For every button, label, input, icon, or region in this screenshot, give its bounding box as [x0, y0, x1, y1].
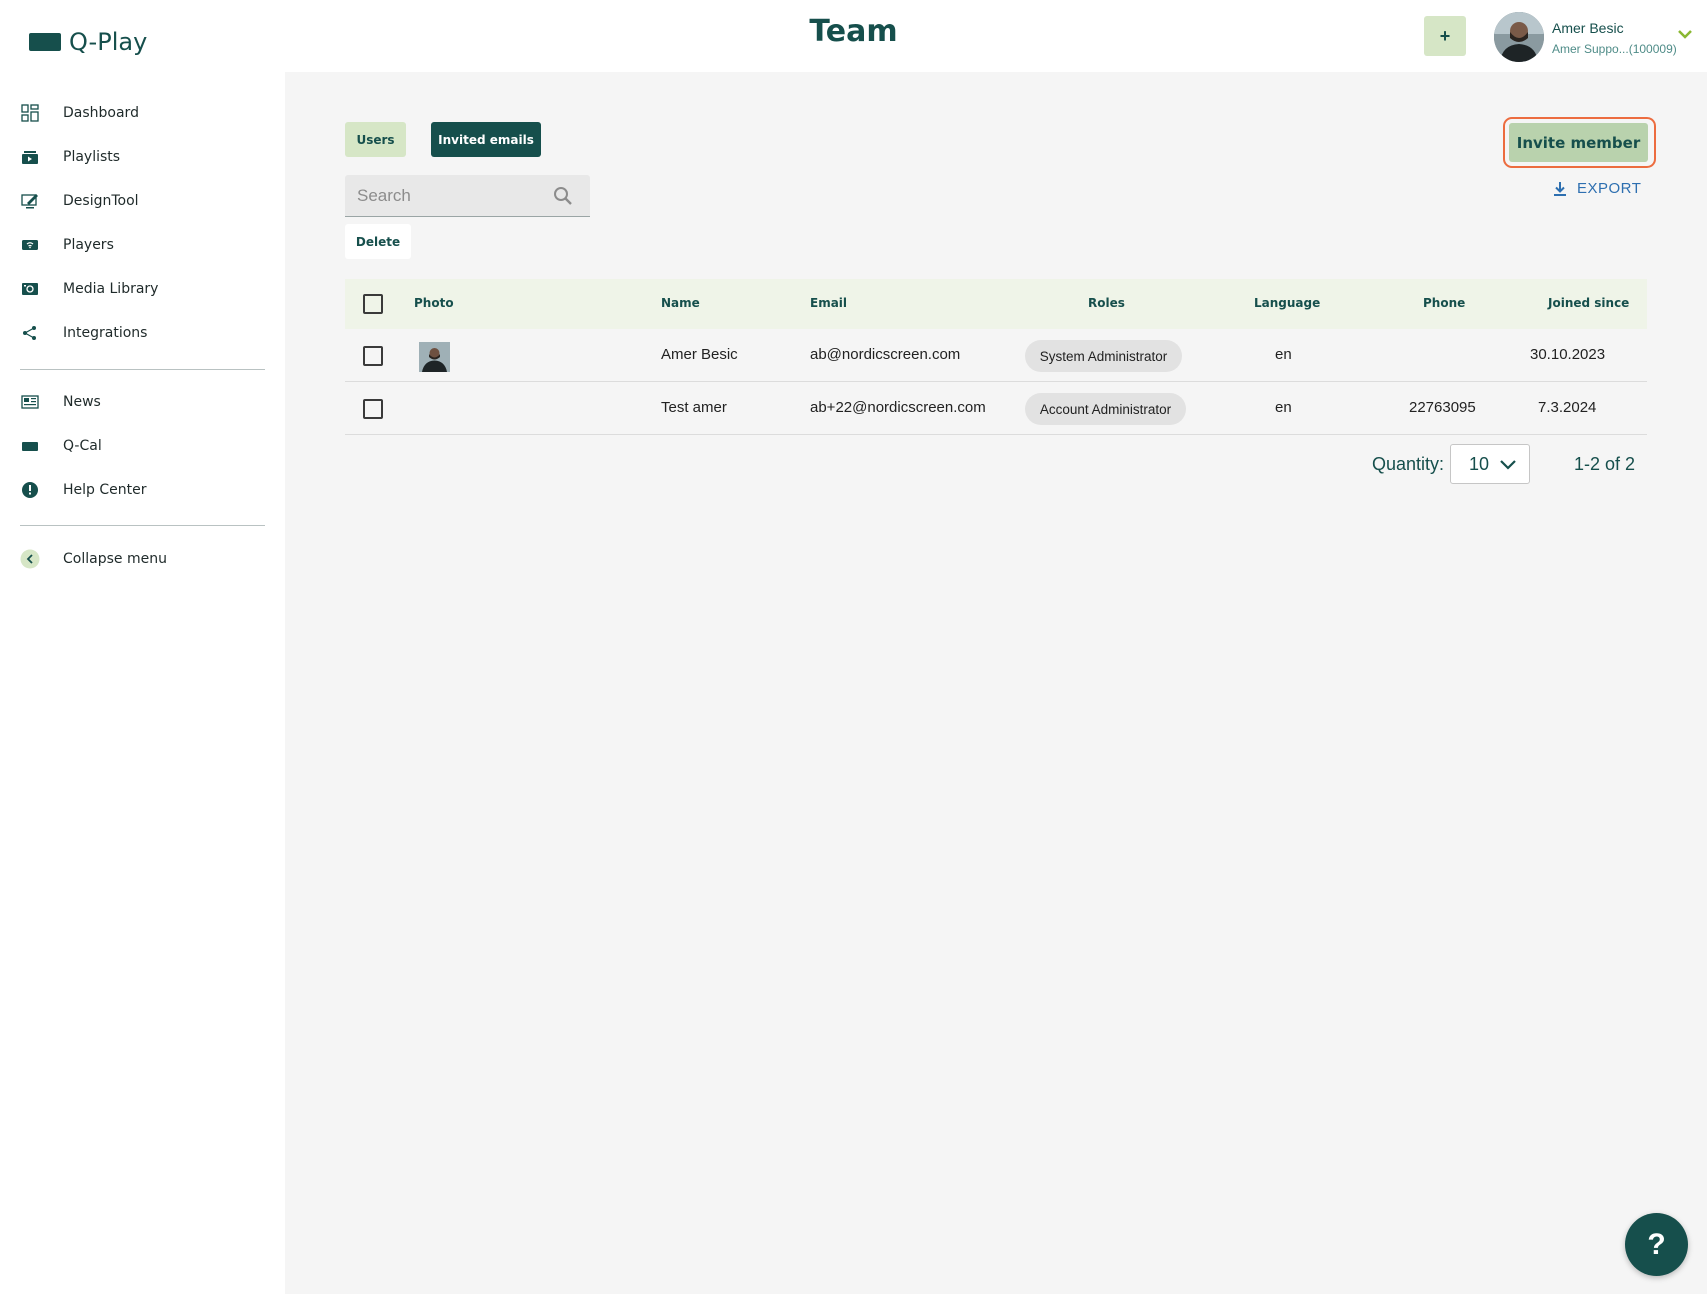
- pagination-range: 1-2 of 2: [1574, 454, 1636, 474]
- select-all-checkbox[interactable]: [363, 294, 383, 314]
- column-header-joined[interactable]: Joined since: [1548, 296, 1629, 310]
- cell-language: en: [1275, 399, 1292, 416]
- invite-member-highlight: Invite member: [1503, 117, 1656, 168]
- sidebar-item-label: Help Center: [63, 482, 147, 498]
- news-icon: [20, 392, 40, 412]
- cell-email: ab@nordicscreen.com: [810, 346, 961, 363]
- collapse-menu-button[interactable]: Collapse menu: [20, 545, 167, 573]
- chevron-down-icon: [1500, 460, 1516, 470]
- sidebar-item-players[interactable]: Players: [20, 231, 114, 259]
- sidebar-divider: [20, 369, 265, 370]
- avatar-image: [1494, 12, 1544, 62]
- player-icon: [20, 235, 40, 255]
- tab-invited-emails[interactable]: Invited emails: [431, 122, 541, 157]
- sidebar-item-designtool[interactable]: DesignTool: [20, 187, 139, 215]
- add-button[interactable]: +: [1424, 16, 1466, 56]
- sidebar-item-dashboard[interactable]: Dashboard: [20, 99, 139, 127]
- column-header-email[interactable]: Email: [810, 296, 847, 310]
- logo-mark: [29, 33, 61, 51]
- column-header-photo[interactable]: Photo: [414, 296, 454, 310]
- alert-circle-icon: [20, 480, 40, 500]
- sidebar-item-integrations[interactable]: Integrations: [20, 319, 147, 347]
- chevron-left-icon: [20, 549, 40, 569]
- share-icon: [20, 323, 40, 343]
- cell-phone: 22763095: [1409, 399, 1476, 416]
- sidebar-item-label: Dashboard: [63, 105, 139, 121]
- search-box: [345, 175, 590, 217]
- chevron-down-icon[interactable]: [1677, 26, 1693, 42]
- calendar-icon: [20, 436, 40, 456]
- user-account[interactable]: Amer Suppo...(100009): [1552, 42, 1677, 56]
- team-table: Photo Name Email Roles Language Phone Jo…: [345, 279, 1647, 435]
- search-input[interactable]: [357, 185, 547, 207]
- column-header-phone[interactable]: Phone: [1423, 296, 1465, 310]
- help-button[interactable]: ?: [1625, 1213, 1688, 1276]
- sidebar-item-label: Players: [63, 237, 114, 253]
- user-name[interactable]: Amer Besic: [1552, 20, 1624, 36]
- column-header-roles[interactable]: Roles: [1088, 296, 1125, 310]
- search-icon[interactable]: [552, 185, 574, 207]
- export-label: EXPORT: [1577, 180, 1642, 197]
- sidebar-divider: [20, 525, 265, 526]
- sidebar-item-label: Q-Cal: [63, 438, 102, 454]
- design-tool-icon: [20, 191, 40, 211]
- row-checkbox[interactable]: [363, 346, 383, 366]
- app-logo[interactable]: Q-Play: [29, 28, 147, 56]
- top-header: Q-Play Team + Amer Besic Amer Suppo...(1…: [0, 0, 1707, 72]
- quantity-label: Quantity:: [1372, 454, 1445, 474]
- invite-member-button[interactable]: Invite member: [1509, 123, 1648, 162]
- column-header-name[interactable]: Name: [661, 296, 700, 310]
- table-row[interactable]: Amer Besic ab@nordicscreen.com System Ad…: [345, 329, 1647, 382]
- sidebar: Dashboard Playlists DesignTool Players M…: [0, 72, 285, 1294]
- row-checkbox[interactable]: [363, 399, 383, 419]
- cell-joined: 30.10.2023: [1530, 346, 1606, 363]
- sidebar-item-label: DesignTool: [63, 193, 139, 209]
- logo-text: Q-Play: [69, 28, 148, 56]
- cell-email: ab+22@nordicscreen.com: [810, 399, 986, 416]
- export-button[interactable]: EXPORT: [1553, 180, 1641, 197]
- sidebar-item-q-cal[interactable]: Q-Cal: [20, 432, 102, 460]
- sidebar-item-playlists[interactable]: Playlists: [20, 143, 120, 171]
- delete-button[interactable]: Delete: [345, 224, 411, 259]
- download-icon: [1554, 181, 1566, 196]
- cell-name: Test amer: [661, 399, 727, 416]
- table-header: Photo Name Email Roles Language Phone Jo…: [345, 279, 1647, 329]
- main-content: Users Invited emails Invite member EXPOR…: [285, 72, 1707, 1294]
- role-badge: System Administrator: [1025, 340, 1182, 372]
- sidebar-item-media-library[interactable]: Media Library: [20, 275, 158, 303]
- dashboard-icon: [20, 103, 40, 123]
- tab-users[interactable]: Users: [345, 122, 406, 157]
- user-avatar[interactable]: [1494, 12, 1544, 62]
- role-badge: Account Administrator: [1025, 393, 1186, 425]
- sidebar-item-label: Integrations: [63, 325, 148, 341]
- sidebar-item-label: Playlists: [63, 149, 121, 165]
- sidebar-item-label: News: [63, 394, 101, 410]
- user-photo: [419, 342, 450, 372]
- table-row[interactable]: Test amer ab+22@nordicscreen.com Account…: [345, 382, 1647, 435]
- playlist-icon: [20, 147, 40, 167]
- media-library-icon: [20, 279, 40, 299]
- quantity-value: 10: [1469, 453, 1490, 474]
- cell-language: en: [1275, 346, 1292, 363]
- cell-joined: 7.3.2024: [1538, 399, 1597, 416]
- sidebar-item-help-center[interactable]: Help Center: [20, 476, 147, 504]
- cell-name: Amer Besic: [661, 346, 738, 363]
- sidebar-item-label: Collapse menu: [63, 551, 167, 567]
- sidebar-item-news[interactable]: News: [20, 388, 101, 416]
- quantity-select[interactable]: 10: [1450, 444, 1530, 484]
- sidebar-item-label: Media Library: [63, 281, 159, 297]
- column-header-language[interactable]: Language: [1254, 296, 1320, 310]
